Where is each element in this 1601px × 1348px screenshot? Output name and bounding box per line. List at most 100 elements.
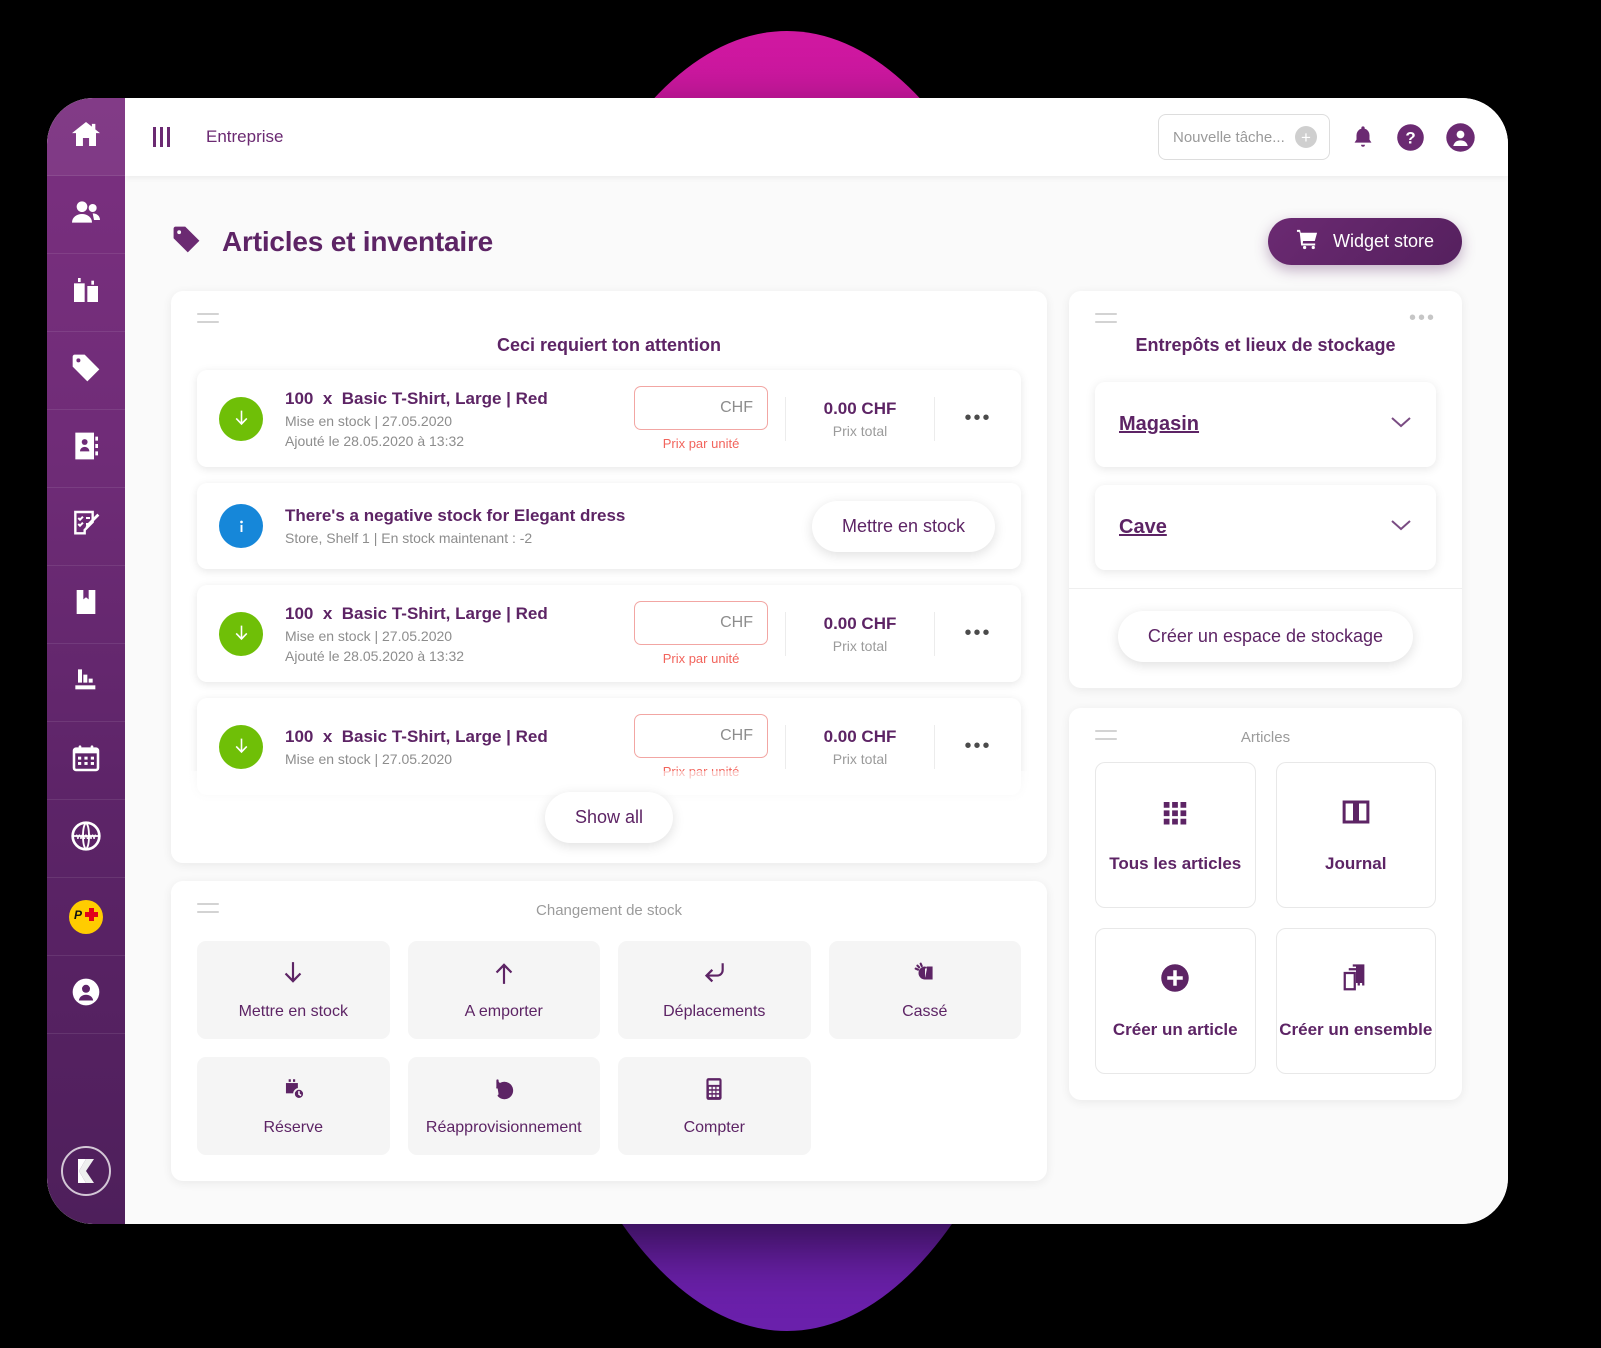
total-cell: 0.00 CHF Prix total [785,724,935,769]
sidebar-item-companies[interactable] [47,254,125,332]
book-open-icon [1341,797,1371,832]
chevron-down-icon[interactable] [1390,518,1412,537]
tile-journal[interactable]: Journal [1275,762,1436,908]
sidebar-item-articles[interactable] [47,332,125,410]
arrow-down-icon [219,611,263,656]
sidebar-item-website[interactable]: www [47,800,125,878]
total-cell: 0.00 CHF Prix total [785,611,935,656]
tile-label: Créer un ensemble [1279,1019,1433,1039]
www-globe-icon: www [70,820,102,857]
user-avatar-icon[interactable] [1445,122,1476,153]
plus-circle-icon[interactable]: + [1295,126,1317,148]
tile-reserve[interactable]: Réserve [197,1057,390,1155]
attention-card-header [171,291,1047,323]
warehouse-item-magasin[interactable]: Magasin [1095,382,1436,467]
drag-handle-icon[interactable] [197,313,219,323]
sidebar-item-documents[interactable] [47,566,125,644]
tile-reapprovisionnement[interactable]: Réapprovisionnement [407,1057,600,1155]
row-multiplier: x [322,726,333,746]
tile-label: Réapprovisionnement [425,1118,582,1136]
row-content: 100 x Basic T-Shirt, Large | Red Mise en… [285,727,617,767]
price-cell: CHF Prix par unité [617,714,785,779]
left-column: Ceci requiert ton attention 100 x Basic … [171,291,1047,1224]
attention-card-title: Ceci requiert ton attention [496,335,721,355]
tile-compter[interactable]: Compter [618,1057,811,1155]
chevron-down-icon[interactable] [1390,415,1412,434]
tile-tous-les-articles[interactable]: Tous les articles [1095,762,1256,908]
page-title: Articles et inventaire [222,225,494,257]
attention-list: 100 x Basic T-Shirt, Large | Red Mise en… [171,356,1047,795]
tile-label: Mettre en stock [238,1002,348,1020]
stock-change-tiles: Mettre en stock A emporter Déplacements … [171,919,1047,1155]
tile-deplacements[interactable]: Déplacements [618,941,811,1039]
row-menu-icon[interactable]: ••• [935,735,1021,758]
unit-price-input[interactable]: CHF [634,714,768,758]
stock-change-card-header [171,881,1047,913]
sidebar-item-contacts[interactable] [47,176,125,254]
sidebar-item-address-book[interactable] [47,410,125,488]
tile-creer-un-ensemble[interactable]: Créer un ensemble [1275,928,1436,1074]
breadcrumb[interactable]: Entreprise [206,127,283,147]
sidebar-item-tasks[interactable] [47,488,125,566]
warehouses-menu-icon[interactable]: ••• [1409,308,1436,328]
unit-price-input[interactable]: CHF [634,386,768,430]
swiss-post-icon: P [69,899,103,934]
mettre-en-stock-button[interactable]: Mettre en stock [811,500,995,552]
tile-label: Compter [683,1118,745,1136]
drag-handle-icon[interactable] [1095,730,1117,740]
total-value: 0.00 CHF [823,726,897,746]
left-sidebar-nav[interactable]: www P [47,98,125,1224]
sidebar-item-swiss-post[interactable]: P [47,878,125,956]
user-circle-icon [70,976,102,1013]
sidebar-item-reports[interactable] [47,644,125,722]
tile-mettre-en-stock[interactable]: Mettre en stock [197,941,390,1039]
total-label: Prix total [832,422,888,439]
tile-casse[interactable]: Cassé [828,941,1021,1039]
row-action-cell: Mettre en stock [811,500,995,552]
arrow-down-icon [219,396,263,441]
calculator-icon [701,1076,727,1107]
table-row[interactable]: 100 x Basic T-Shirt, Large | Red Mise en… [197,370,1021,467]
klara-logo-icon[interactable] [61,1146,111,1196]
right-column: ••• Entrepôts et lieux de stockage Magas… [1069,291,1462,1224]
drag-handle-icon[interactable] [197,903,219,913]
articles-tiles: Tous les articles Journal Créer un artic… [1069,746,1462,1074]
new-task-input[interactable]: Nouvelle tâche... + [1158,114,1330,160]
chart-icon [70,664,102,701]
row-product: Basic T-Shirt, Large | Red [341,603,548,623]
dashboard-body: Ceci requiert ton attention 100 x Basic … [125,265,1508,1224]
warehouse-item-cave[interactable]: Cave [1095,485,1436,570]
question-circle-icon[interactable]: ? [1396,123,1425,152]
drag-handle-icon[interactable] [1095,313,1117,323]
unit-price-label: Prix par unité [662,436,740,451]
create-storage-space-button[interactable]: Créer un espace de stockage [1117,611,1414,662]
page-header: Articles et inventaire Widget store [125,176,1508,265]
sidebar-item-home[interactable] [47,98,125,176]
broken-icon [912,960,938,991]
row-menu-icon[interactable]: ••• [935,407,1021,430]
unit-price-input[interactable]: CHF [634,601,768,645]
tile-a-emporter[interactable]: A emporter [407,941,600,1039]
table-row[interactable]: 100 x Basic T-Shirt, Large | Red Mise en… [197,585,1021,682]
row-qty: 100 [285,603,314,623]
hamburger-icon[interactable] [153,127,170,147]
tile-label: Déplacements [663,1002,766,1020]
sidebar-item-profile[interactable] [47,956,125,1034]
row-content: There's a negative stock for Elegant dre… [285,506,812,546]
cart-icon [1296,228,1319,256]
info-icon [219,504,263,548]
arrow-down-icon [219,724,263,769]
clipboard-edit-icon [70,508,102,545]
table-row[interactable]: There's a negative stock for Elegant dre… [197,483,1021,569]
widget-store-button[interactable]: Widget store [1267,218,1462,265]
attention-card: Ceci requiert ton attention 100 x Basic … [171,291,1047,863]
show-all-button[interactable]: Show all [544,791,674,843]
plus-circle-filled-icon [1160,963,1190,998]
sidebar-item-calendar[interactable] [47,722,125,800]
bell-icon[interactable] [1350,123,1376,151]
tile-creer-un-article[interactable]: Créer un article [1095,928,1256,1074]
row-multiplier: x [322,603,333,623]
row-menu-icon[interactable]: ••• [935,622,1021,645]
calendar-icon [70,742,102,779]
warehouses-card-header: ••• [1069,291,1462,328]
